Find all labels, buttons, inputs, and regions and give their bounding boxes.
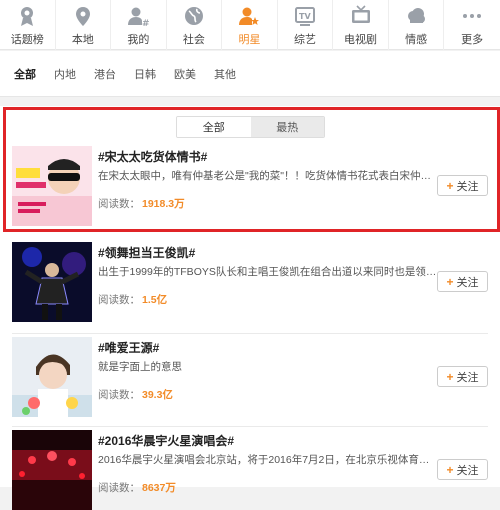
read-count: 阅读数： 1918.3万 — [98, 196, 185, 211]
topic-thumbnail — [12, 337, 92, 417]
category-label: 本地 — [71, 34, 94, 46]
topic-thumbnail — [12, 430, 92, 510]
read-count-label: 阅读数： — [98, 482, 140, 494]
topic-title[interactable]: #宋太太吃货体情书# — [98, 148, 207, 165]
topic-description: 2016华晨宇火星演唱会北京站，将于2016年7月2日，在北京乐视体育生态... — [98, 454, 438, 466]
follow-button[interactable]: + 关注 — [437, 459, 488, 480]
list-item[interactable]: #2016华晨宇火星演唱会# 2016华晨宇火星演唱会北京站，将于2016年7月… — [12, 430, 488, 510]
read-count-label: 阅读数： — [98, 198, 140, 210]
category-society[interactable]: 社会 — [167, 0, 223, 50]
list-item[interactable]: #领舞担当王俊凯# 出生于1999年的TFBOYS队长和主唱王俊凯在组合出道以来… — [12, 242, 488, 322]
read-count: 阅读数： 39.3亿 — [98, 387, 173, 402]
read-count-label: 阅读数： — [98, 389, 140, 401]
tab-hottest[interactable]: 最热 — [250, 117, 324, 137]
television-icon — [349, 4, 373, 28]
badge-icon — [15, 4, 39, 28]
plus-icon: + — [446, 462, 454, 477]
follow-label: 关注 — [456, 464, 479, 477]
list-item[interactable]: #唯爱王源# 就是字面上的意思 阅读数： 39.3亿 + 关注 — [12, 337, 488, 417]
topic-description: 在宋太太眼中，唯有仲基老公是"我的菜"！！吃货体情书花式表白宋仲基... — [98, 170, 438, 182]
plus-icon: + — [446, 178, 454, 193]
topic-title[interactable]: #唯爱王源# — [98, 339, 159, 356]
read-count: 阅读数： 8637万 — [98, 480, 176, 495]
divider — [12, 426, 488, 427]
filter-eu-us[interactable]: 欧美 — [174, 66, 196, 82]
topic-title[interactable]: #领舞担当王俊凯# — [98, 244, 195, 261]
plus-icon: + — [446, 274, 454, 289]
plus-icon: + — [446, 369, 454, 384]
topic-title[interactable]: #2016华晨宇火星演唱会# — [98, 432, 234, 449]
category-label: 更多 — [461, 34, 484, 46]
category-label: 综艺 — [294, 34, 316, 46]
category-nav: 话题榜 本地 # 我的 社会 明星 TV 综艺 电视剧 情感 更多 — [0, 0, 500, 50]
read-count-label: 阅读数： — [98, 294, 140, 306]
category-emotion[interactable]: 情感 — [389, 0, 445, 50]
category-mine[interactable]: # 我的 — [111, 0, 167, 50]
read-count-value: 1918.3万 — [142, 198, 185, 210]
globe-icon — [182, 4, 206, 28]
svg-text:TV: TV — [299, 12, 311, 21]
follow-label: 关注 — [456, 371, 479, 384]
category-label: 话题榜 — [10, 34, 44, 46]
category-label: 情感 — [405, 34, 428, 46]
list-item[interactable]: #宋太太吃货体情书# 在宋太太眼中，唯有仲基老公是"我的菜"！！吃货体情书花式表… — [12, 146, 488, 226]
location-pin-icon — [71, 4, 95, 28]
filter-jp-kr[interactable]: 日韩 — [134, 66, 156, 82]
category-variety[interactable]: TV 综艺 — [278, 0, 334, 50]
sort-tabs: 全部 最热 — [176, 116, 325, 138]
star-person-icon — [237, 4, 261, 28]
filter-all[interactable]: 全部 — [14, 66, 36, 82]
follow-button[interactable]: + 关注 — [437, 175, 488, 196]
category-topic-ranking[interactable]: 话题榜 — [0, 0, 56, 50]
read-count-value: 1.5亿 — [142, 294, 168, 306]
category-label: 社会 — [182, 34, 205, 46]
cloud-chat-icon — [404, 4, 428, 28]
category-label: 我的 — [127, 34, 150, 46]
tv-icon: TV — [293, 4, 317, 28]
category-stars[interactable]: 明星 — [222, 0, 278, 50]
category-local[interactable]: 本地 — [56, 0, 112, 50]
follow-button[interactable]: + 关注 — [437, 366, 488, 387]
topic-description: 出生于1999年的TFBOYS队长和主唱王俊凯在组合出道以来同时也是领舞担... — [98, 266, 438, 278]
region-filter-bar: 全部 内地 港台 日韩 欧美 其他 — [0, 51, 500, 97]
follow-label: 关注 — [456, 276, 479, 289]
category-label: 电视剧 — [344, 34, 378, 46]
topic-thumbnail — [12, 146, 92, 226]
tab-all[interactable]: 全部 — [177, 117, 251, 137]
category-more[interactable]: 更多 — [444, 0, 500, 50]
filter-mainland[interactable]: 内地 — [54, 66, 76, 82]
read-count-value: 8637万 — [142, 482, 176, 494]
divider — [12, 333, 488, 334]
follow-button[interactable]: + 关注 — [437, 271, 488, 292]
read-count-value: 39.3亿 — [142, 389, 173, 401]
follow-label: 关注 — [456, 180, 479, 193]
topic-description: 就是字面上的意思 — [98, 361, 182, 373]
more-dots-icon — [460, 4, 484, 28]
category-label: 明星 — [238, 34, 261, 46]
category-tv-drama[interactable]: 电视剧 — [333, 0, 389, 50]
svg-text:#: # — [142, 19, 149, 27]
topic-thumbnail — [12, 242, 92, 322]
filter-hk-tw[interactable]: 港台 — [94, 66, 116, 82]
user-hash-icon: # — [126, 4, 150, 28]
filter-other[interactable]: 其他 — [214, 66, 236, 82]
read-count: 阅读数： 1.5亿 — [98, 292, 167, 307]
